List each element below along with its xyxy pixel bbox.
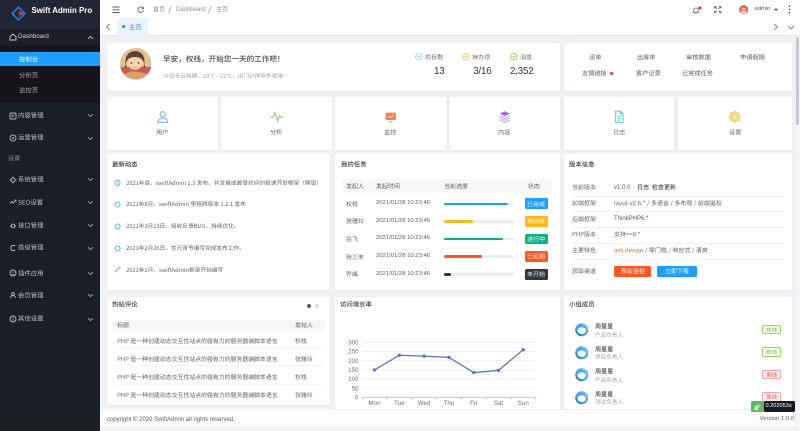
svg-text:Tue: Tue [394,400,405,407]
svg-text:250: 250 [348,348,359,355]
svg-text:Fri: Fri [470,400,477,407]
svg-text:Wed: Wed [417,400,430,407]
svg-text:Thu: Thu [443,400,454,407]
svg-text:0: 0 [355,394,359,401]
svg-text:50: 50 [351,385,358,392]
svg-text:300: 300 [348,339,359,346]
svg-text:100: 100 [348,376,359,383]
svg-text:200: 200 [348,357,359,364]
svg-text:Sun: Sun [517,400,529,407]
svg-text:Sat: Sat [493,400,503,407]
svg-text:Mon: Mon [368,400,381,407]
svg-text:150: 150 [348,367,359,374]
